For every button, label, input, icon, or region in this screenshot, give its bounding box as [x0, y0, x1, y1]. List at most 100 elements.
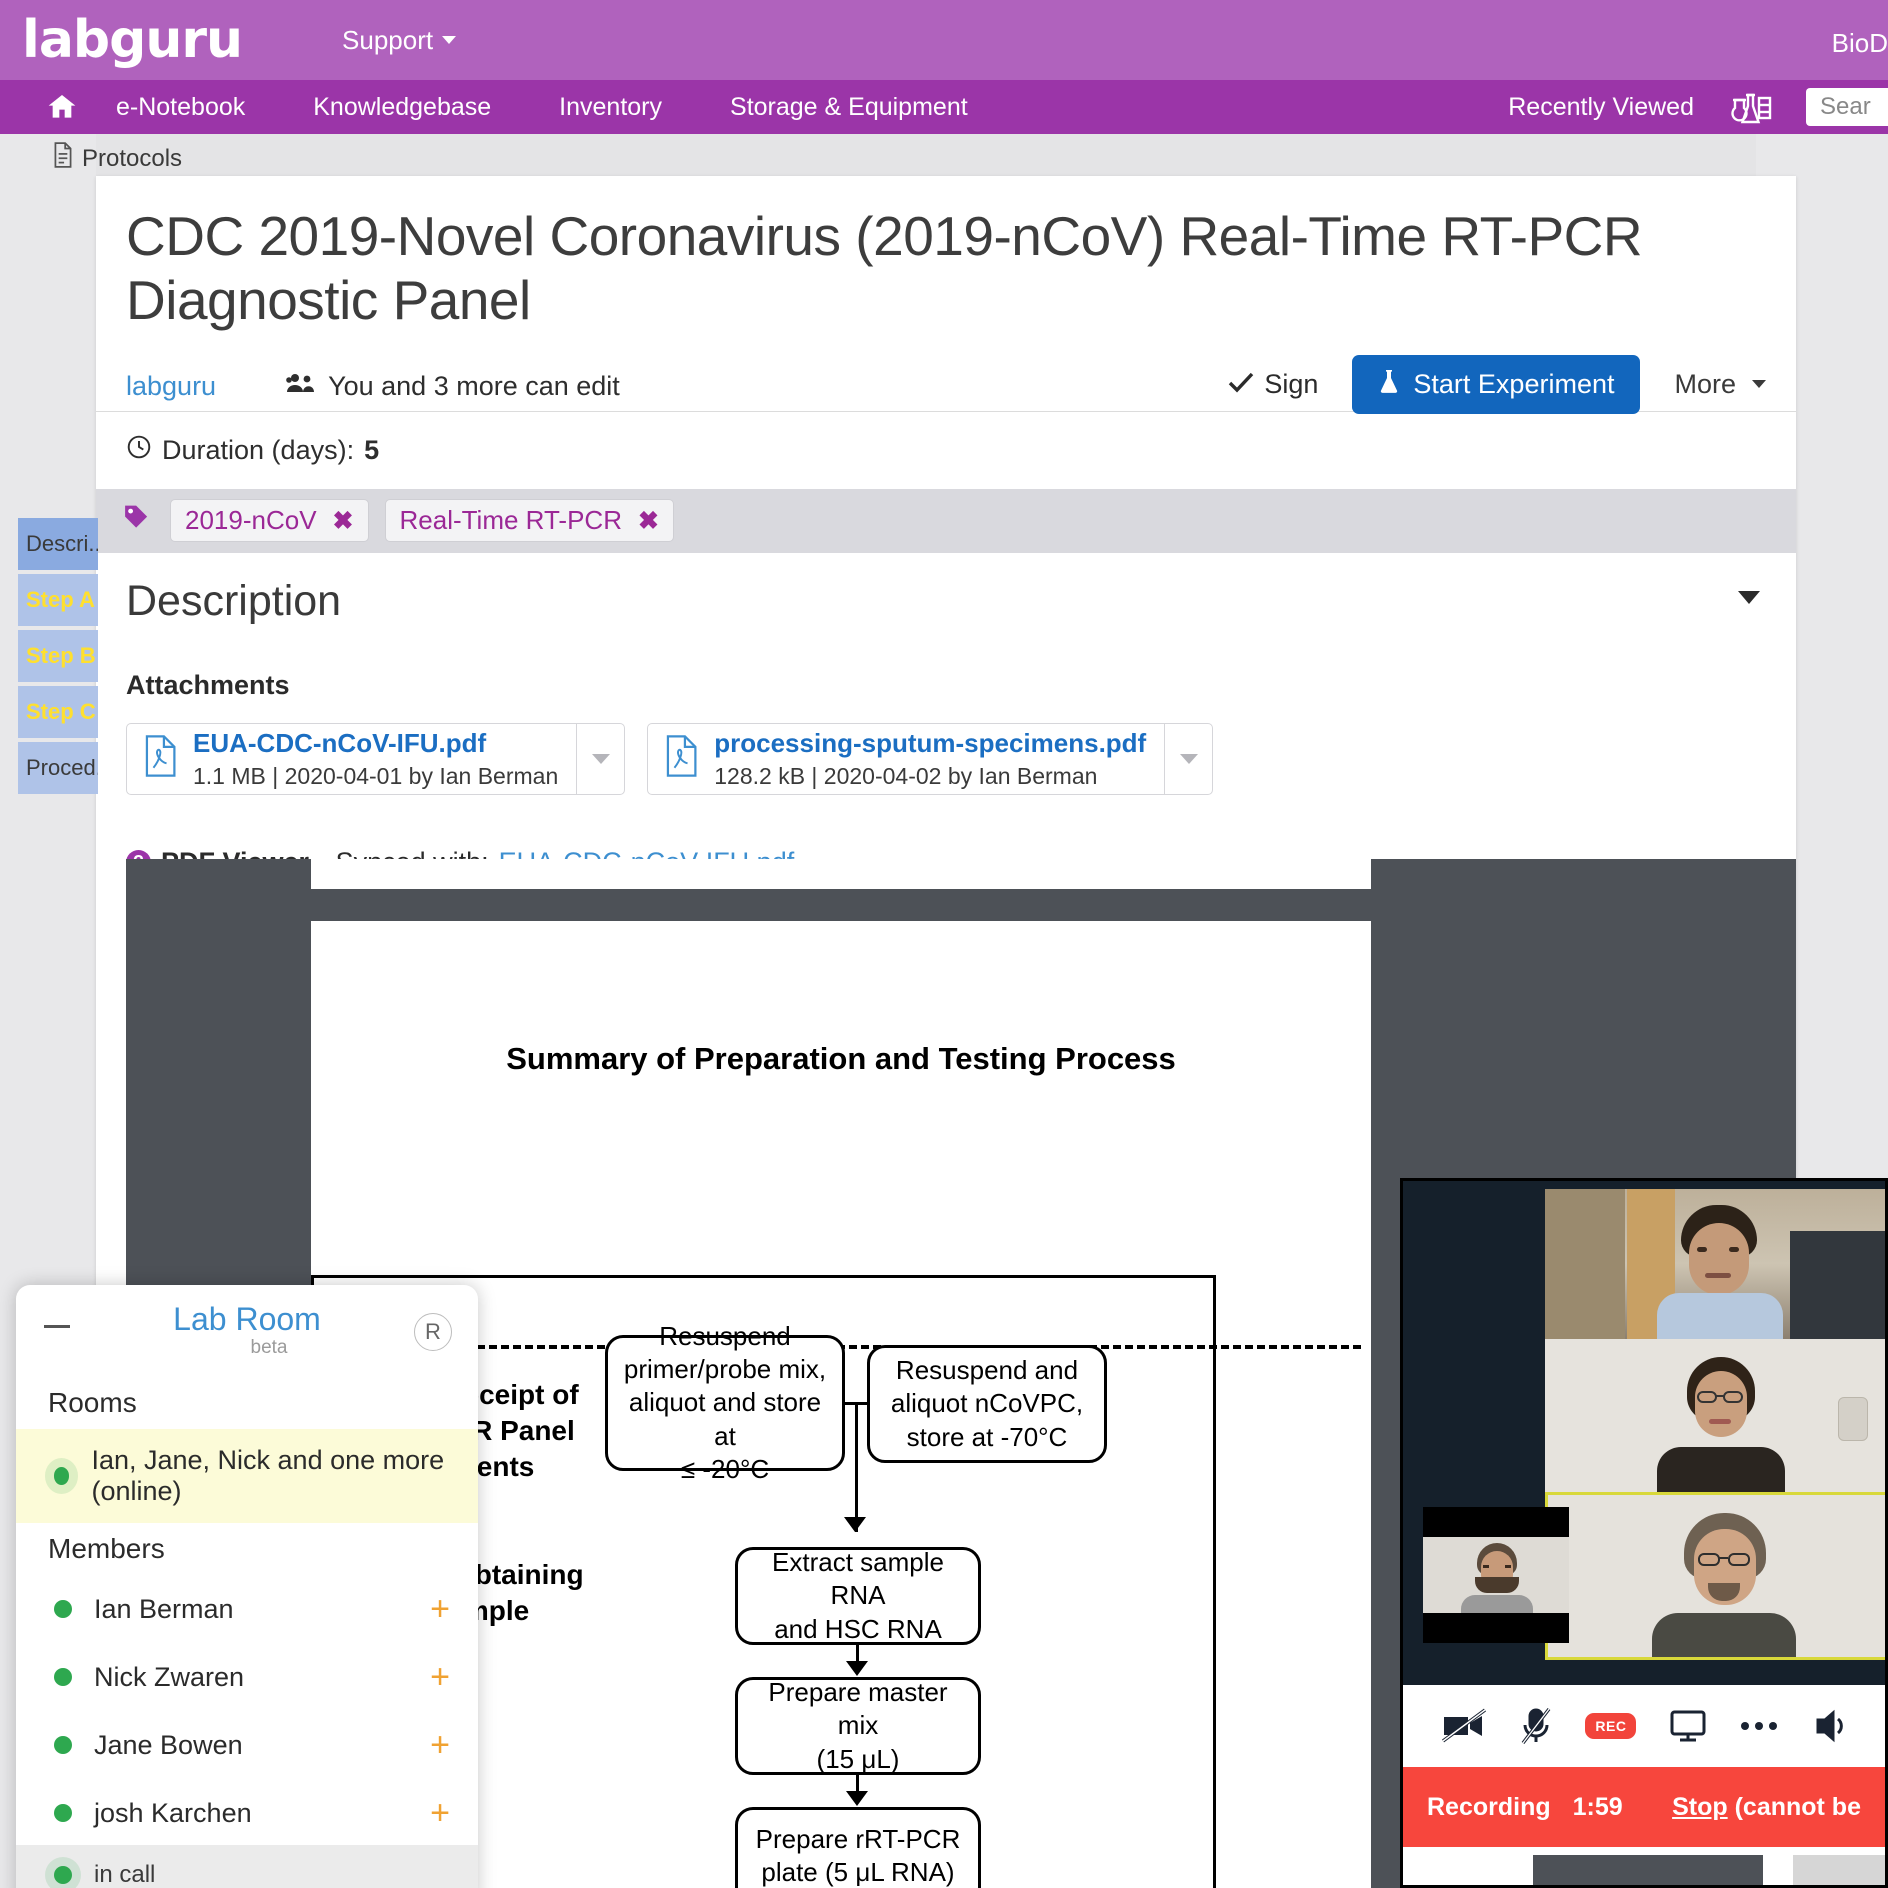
rec-badge-icon[interactable]: REC: [1585, 1713, 1637, 1739]
chevron-down-icon: [1752, 380, 1766, 389]
duration-label: Duration (days):: [162, 434, 355, 465]
tag-icon: [117, 498, 160, 541]
more-dots-icon[interactable]: [1739, 1719, 1779, 1733]
description-section-header: Description: [96, 553, 1796, 626]
clock-icon: [126, 434, 152, 467]
video-tile-participant-2[interactable]: [1545, 1339, 1885, 1492]
attachment-menu-button[interactable]: [576, 723, 624, 794]
nav-item-inventory[interactable]: Inventory: [525, 93, 696, 122]
document-icon: [52, 142, 74, 175]
tag-chip-2019-ncov[interactable]: 2019-nCoV ✖: [170, 499, 369, 543]
video-tile-participant-1[interactable]: [1545, 1189, 1885, 1339]
more-dropdown-button[interactable]: More: [1674, 369, 1766, 400]
flow-connector: [855, 1402, 858, 1532]
list-item[interactable]: Ian Berman +: [16, 1575, 478, 1643]
video-call-panel[interactable]: REC Recording 1:59 Stop (cannot be: [1400, 1178, 1888, 1888]
attachment-text: processing-sputum-specimens.pdf 128.2 kB…: [714, 728, 1146, 790]
share-permissions[interactable]: You and 3 more can edit: [286, 371, 620, 402]
sidebar-item-description[interactable]: Descri...: [18, 518, 98, 570]
recording-time: 1:59: [1572, 1792, 1623, 1821]
more-dropdown-label: More: [1674, 368, 1736, 399]
video-tile-self[interactable]: [1423, 1507, 1569, 1643]
video-call-toolbar: REC: [1403, 1685, 1885, 1767]
sidebar-item-step-c[interactable]: Step C: [18, 686, 98, 738]
add-member-icon[interactable]: +: [430, 1796, 450, 1830]
screen-share-icon[interactable]: [1669, 1709, 1707, 1743]
sidebar-item-procedure[interactable]: Proced...: [18, 742, 98, 794]
flowchart-box-resuspend-ncovpc: Resuspend and aliquot nCoVPC, store at -…: [867, 1345, 1107, 1463]
stop-recording-group: Stop (cannot be: [1672, 1793, 1861, 1822]
top-bar: labguru Support BioD: [0, 0, 1888, 80]
list-item[interactable]: josh Karchen +: [16, 1779, 478, 1847]
search-input[interactable]: Sear: [1806, 88, 1888, 126]
sidebar-item-step-b[interactable]: Step B: [18, 630, 98, 682]
support-menu[interactable]: Support: [342, 24, 457, 56]
attachment-name[interactable]: EUA-CDC-nCoV-IFU.pdf: [193, 728, 558, 759]
breadcrumb[interactable]: Protocols: [52, 142, 182, 175]
search-placeholder: Sear: [1820, 93, 1871, 120]
breadcrumb-strip: [96, 134, 1756, 176]
nav-item-enotebook[interactable]: e-Notebook: [82, 93, 279, 122]
protocol-meta-row: labguru You and 3 more can edit Sign Sta…: [96, 333, 1796, 414]
lab-flask-icon[interactable]: [1724, 86, 1776, 128]
lab-room-active-room[interactable]: Ian, Jane, Nick and one more (online): [16, 1429, 478, 1523]
sign-button[interactable]: Sign: [1228, 369, 1318, 400]
attachment-menu-button[interactable]: [1164, 723, 1212, 794]
start-experiment-label: Start Experiment: [1413, 368, 1615, 399]
list-item[interactable]: Jane Bowen +: [16, 1711, 478, 1779]
camera-off-icon[interactable]: [1441, 1708, 1487, 1744]
avatar[interactable]: R: [414, 1313, 452, 1351]
video-tile-participant-3-active-speaker[interactable]: [1545, 1492, 1885, 1660]
member-name: Ian Berman: [94, 1593, 234, 1624]
chevron-down-icon: [1179, 753, 1198, 764]
add-member-icon[interactable]: +: [430, 1728, 450, 1762]
attachment-card[interactable]: processing-sputum-specimens.pdf 128.2 kB…: [647, 722, 1214, 795]
labguru-logo[interactable]: labguru: [22, 14, 243, 66]
nav-item-knowledgebase[interactable]: Knowledgebase: [279, 93, 525, 122]
duration-row: Duration (days): 5: [96, 412, 1796, 489]
list-item[interactable]: Nick Zwaren +: [16, 1643, 478, 1711]
volume-icon[interactable]: [1811, 1709, 1847, 1743]
mic-off-icon[interactable]: [1519, 1707, 1553, 1745]
add-member-icon[interactable]: +: [430, 1660, 450, 1694]
flow-arrow-icon: [846, 1661, 868, 1676]
attachment-card[interactable]: EUA-CDC-nCoV-IFU.pdf 1.1 MB | 2020-04-01…: [126, 722, 626, 795]
online-status-icon: [54, 1866, 72, 1884]
home-icon[interactable]: [42, 91, 82, 123]
support-menu-label: Support: [342, 24, 434, 55]
minimize-icon[interactable]: [44, 1325, 70, 1328]
attachment-body: processing-sputum-specimens.pdf 128.2 kB…: [648, 724, 1164, 794]
chevron-down-icon: [591, 753, 610, 764]
online-status-icon: [54, 1600, 72, 1618]
pdf-file-icon: [143, 735, 177, 782]
members-label: Members: [48, 1533, 165, 1564]
organization-name: BioD: [1831, 28, 1888, 58]
remove-tag-icon[interactable]: ✖: [333, 506, 354, 536]
add-member-icon[interactable]: +: [430, 1592, 450, 1626]
main-nav-bar: e-Notebook Knowledgebase Inventory Stora…: [0, 80, 1888, 134]
in-call-label: in call: [94, 1861, 156, 1888]
flowchart-box-prepare-plate: Prepare rRT-PCR plate (5 μL RNA): [735, 1807, 981, 1888]
flowchart-box-extract-rna: Extract sample RNA and HSC RNA: [735, 1547, 981, 1645]
online-status-icon: [54, 1668, 72, 1686]
nav-item-storage-equipment[interactable]: Storage & Equipment: [696, 93, 1002, 122]
collapse-section-chevron-icon[interactable]: [1738, 590, 1760, 604]
attachment-meta: 1.1 MB | 2020-04-01 by Ian Berman: [193, 762, 559, 789]
flowchart-box-resuspend-primer: Resuspend primer/probe mix, aliquot and …: [605, 1321, 845, 1484]
recently-viewed-link[interactable]: Recently Viewed: [1508, 93, 1694, 122]
page-title: CDC 2019-Novel Coronavirus (2019-nCoV) R…: [126, 205, 1643, 332]
lab-room-panel: Lab Room beta R Rooms Ian, Jane, Nick an…: [16, 1285, 478, 1888]
sidebar-item-step-a[interactable]: Step A: [18, 574, 98, 626]
status-badge: in call: [16, 1845, 478, 1888]
lab-room-beta-badge: beta: [250, 1337, 288, 1358]
attachments-label: Attachments: [126, 669, 290, 700]
pdf-file-icon: [664, 735, 698, 782]
owner-link[interactable]: labguru: [126, 371, 216, 402]
start-experiment-button[interactable]: Start Experiment: [1352, 354, 1641, 414]
tag-label: Real-Time RT-PCR: [399, 505, 622, 536]
attachment-name[interactable]: processing-sputum-specimens.pdf: [714, 728, 1146, 759]
remove-tag-icon[interactable]: ✖: [638, 506, 659, 536]
lab-room-title: Lab Room: [173, 1301, 321, 1337]
tag-chip-real-time-rt-pcr[interactable]: Real-Time RT-PCR ✖: [384, 499, 674, 543]
stop-recording-button[interactable]: Stop: [1672, 1793, 1728, 1821]
